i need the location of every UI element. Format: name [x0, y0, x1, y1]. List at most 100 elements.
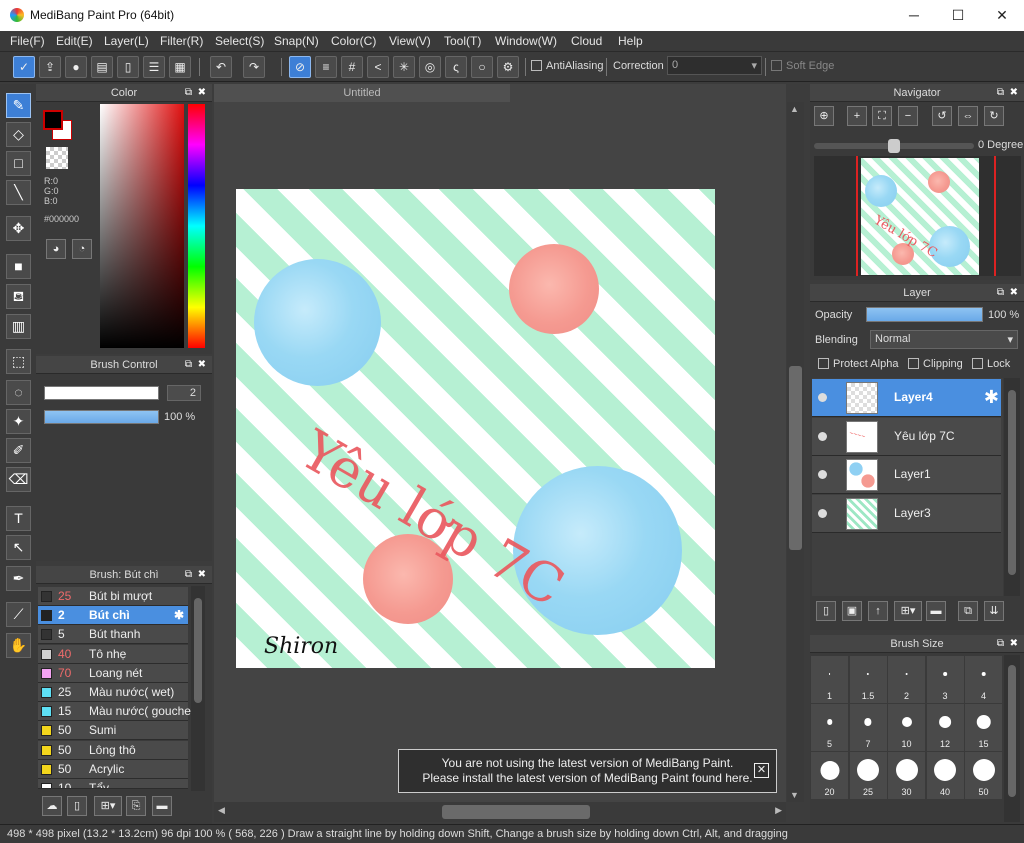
scroll-left-icon[interactable]: ◀: [218, 805, 225, 816]
panel-close-icon[interactable]: ✖: [1010, 635, 1018, 653]
transparent-color-swatch[interactable]: [46, 147, 68, 169]
menu-tool[interactable]: Tool(T): [444, 34, 481, 48]
rotate-right-icon[interactable]: ↻: [984, 106, 1004, 126]
fit-icon[interactable]: ⛶: [872, 106, 892, 126]
eye-icon[interactable]: [818, 470, 827, 479]
blending-select[interactable]: Normal ▾: [870, 330, 1018, 349]
layer-row[interactable]: Layer3: [812, 494, 1001, 533]
bucket-tool-icon[interactable]: ⛾: [6, 284, 31, 309]
panel-close-icon[interactable]: ✖: [198, 356, 206, 374]
undock-icon[interactable]: ⧉: [997, 284, 1004, 302]
text-tool-icon[interactable]: T: [6, 506, 31, 531]
brush-list-item[interactable]: 5 Bút thanh: [38, 625, 188, 645]
canvas-artwork[interactable]: Yêu lớp 7C Shiron: [236, 189, 715, 668]
list-icon[interactable]: ☰: [143, 56, 165, 78]
divide-tool-icon[interactable]: ✒: [6, 566, 31, 591]
add-brush-dropdown-icon[interactable]: ⊞▾: [94, 796, 122, 816]
magic-wand-tool-icon[interactable]: ✦: [6, 409, 31, 434]
clipping-checkbox[interactable]: Clipping: [908, 358, 963, 370]
layer-list-scrollbar[interactable]: [1004, 378, 1020, 596]
undock-icon[interactable]: ⧉: [185, 84, 192, 102]
brush-size-option[interactable]: 7: [849, 704, 887, 751]
brush-list-item[interactable]: 2 Bút chì ✱: [38, 606, 188, 626]
brush-list-item[interactable]: 25 Màu nước( wet): [38, 683, 188, 702]
brush-size-value[interactable]: 2: [167, 385, 201, 401]
brush-list-scrollbar[interactable]: [191, 586, 205, 791]
rotate-left-icon[interactable]: ↺: [932, 106, 952, 126]
crisscross-snap-icon[interactable]: #: [341, 56, 363, 78]
maximize-button[interactable]: ☐: [935, 0, 981, 31]
vanishing-snap-icon[interactable]: <: [367, 56, 389, 78]
ellipse-snap-icon[interactable]: ○: [471, 56, 493, 78]
fill-rect-tool-icon[interactable]: ■: [6, 254, 31, 279]
brush-list-item[interactable]: 10 Tẩy: [38, 779, 188, 789]
dot-tool-icon[interactable]: □: [6, 151, 31, 176]
panel-close-icon[interactable]: ✖: [198, 84, 206, 102]
panel-close-icon[interactable]: ✖: [1010, 84, 1018, 102]
eye-icon[interactable]: [818, 508, 827, 518]
brush-size-option[interactable]: 30: [888, 752, 925, 799]
grid-icon[interactable]: ▦: [169, 56, 191, 78]
brush-size-option[interactable]: 10: [888, 704, 925, 751]
gear-icon[interactable]: ✱: [174, 606, 184, 624]
layer-scroll-thumb[interactable]: [1008, 390, 1016, 575]
speech-icon[interactable]: ▤: [91, 56, 113, 78]
menu-help[interactable]: Help: [618, 34, 643, 48]
new-halftone-layer-icon[interactable]: ▣: [842, 601, 862, 621]
update-notice[interactable]: You are not using the latest version of …: [398, 749, 777, 793]
soft-edge-checkbox[interactable]: Soft Edge: [771, 60, 834, 72]
brush-size-option[interactable]: 15: [965, 704, 1002, 751]
zoom-out-icon[interactable]: −: [898, 106, 918, 126]
brush-size-option[interactable]: 12: [926, 704, 964, 751]
saturation-value-picker[interactable]: [100, 104, 184, 348]
eraser-tool-icon[interactable]: ◇: [6, 122, 31, 147]
menu-layer[interactable]: Layer(L): [104, 34, 149, 48]
menu-window[interactable]: Window(W): [495, 34, 557, 48]
rotation-thumb[interactable]: [888, 139, 900, 153]
brush-size-option[interactable]: 40: [926, 752, 964, 799]
brush-size-option[interactable]: 25: [849, 752, 887, 799]
brush-opacity-slider[interactable]: [44, 410, 159, 424]
curve-snap-icon[interactable]: ς: [445, 56, 467, 78]
menu-select[interactable]: Select(S): [215, 34, 264, 48]
panel-close-icon[interactable]: ✖: [1010, 284, 1018, 302]
palette-add-icon[interactable]: ◔: [72, 239, 92, 259]
antialiasing-checkbox[interactable]: AntiAliasing: [531, 60, 603, 72]
menu-file[interactable]: File(F): [10, 34, 45, 48]
protect-alpha-checkbox[interactable]: Protect Alpha: [818, 358, 898, 370]
select-eraser-tool-icon[interactable]: ⌫: [6, 467, 31, 492]
duplicate-layer-icon[interactable]: ⧉: [958, 601, 978, 621]
lock-checkbox[interactable]: Lock: [972, 358, 1010, 370]
eyedropper-tool-icon[interactable]: ⟋: [6, 602, 31, 627]
layer-folder-icon[interactable]: ▬: [926, 601, 946, 621]
page-icon[interactable]: ▯: [117, 56, 139, 78]
scroll-right-icon[interactable]: ▶: [775, 805, 782, 816]
brush-size-option[interactable]: 20: [811, 752, 848, 799]
operation-tool-icon[interactable]: ↖: [6, 535, 31, 560]
foreground-color-swatch[interactable]: [43, 110, 63, 130]
brush-tool-icon[interactable]: ✎: [6, 93, 31, 118]
layer-row[interactable]: ~~~~ Yêu lớp 7C: [812, 417, 1001, 456]
zoom-in-icon[interactable]: +: [847, 106, 867, 126]
vertical-scroll-thumb[interactable]: [789, 366, 802, 550]
undock-icon[interactable]: ⧉: [997, 84, 1004, 102]
cloud-save-icon[interactable]: ✓: [13, 56, 35, 78]
menu-color[interactable]: Color(C): [331, 34, 376, 48]
canvas-vertical-scrollbar[interactable]: ▲ ▼: [787, 102, 804, 802]
menu-view[interactable]: View(V): [389, 34, 431, 48]
brush-list-scroll-thumb[interactable]: [194, 598, 202, 703]
gear-icon[interactable]: ✱: [984, 387, 999, 408]
brush-list-item[interactable]: 15 Màu nước( gouche: [38, 702, 191, 722]
brush-list-item[interactable]: 50 Sumi: [38, 721, 188, 741]
brush-size-option[interactable]: 1: [811, 656, 848, 703]
radial-snap-icon[interactable]: ✳: [393, 56, 415, 78]
brush-size-option[interactable]: 50: [965, 752, 1002, 799]
menu-edit[interactable]: Edit(E): [56, 34, 93, 48]
correction-select[interactable]: 0 ▾: [667, 56, 762, 75]
scroll-down-icon[interactable]: ▼: [790, 790, 799, 800]
brush-list-item[interactable]: 50 Acrylic: [38, 759, 188, 779]
palette-icon[interactable]: ◕: [46, 239, 66, 259]
brush-folder-icon[interactable]: ▬: [152, 796, 172, 816]
panel-close-icon[interactable]: ✖: [198, 566, 206, 584]
cloud-brush-icon[interactable]: ☁: [42, 796, 62, 816]
